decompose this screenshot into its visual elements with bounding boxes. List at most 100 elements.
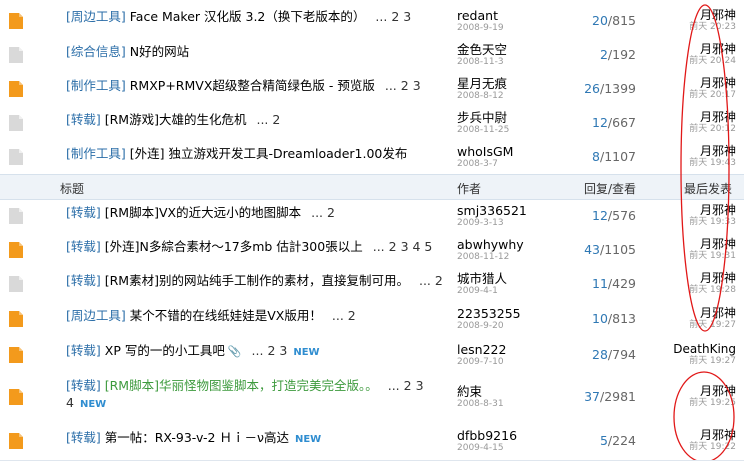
page-links[interactable]: ... 2 3 (375, 9, 411, 24)
last-post-cell: 月邪神 前天 19:28 (640, 272, 736, 296)
thread-category-link[interactable]: [转载] (66, 430, 101, 445)
author-link[interactable]: 金色天空 (457, 42, 577, 57)
page-links[interactable]: ... 2 (311, 205, 335, 220)
thread-title-link[interactable]: XP 写的一的小工具吧 (105, 343, 225, 358)
last-poster-link[interactable]: 月邪神 (640, 307, 736, 320)
page-ellipsis: ... (384, 78, 397, 93)
page-numbers[interactable]: 2 (435, 273, 443, 288)
last-post-cell: 月邪神 前天 19:43 (640, 145, 736, 169)
last-post-time[interactable]: 前天 19:43 (640, 158, 736, 168)
thread-title-link[interactable]: [RM素材]别的网站纯手工制作的素材，直接复制可用。 (105, 273, 409, 288)
author-link[interactable]: 星月无痕 (457, 76, 577, 91)
author-link[interactable]: 步兵中尉 (457, 110, 577, 125)
last-post-time[interactable]: 前天 20:12 (640, 124, 736, 134)
page-links[interactable]: ... 2 (332, 308, 356, 323)
last-post-time[interactable]: 前天 20:23 (640, 22, 736, 32)
thread-category-link[interactable]: [制作工具] (66, 146, 126, 161)
last-post-time[interactable]: 前天 19:22 (640, 442, 736, 452)
thread-category-link[interactable]: [转载] (66, 343, 101, 358)
thread-title-cell: [转载] [RM素材]别的网站纯手工制作的素材，直接复制可用。 ... 2 (66, 272, 451, 289)
thread-title-link[interactable]: 某个不错的在线纸娃娃是VX版用！ (130, 308, 322, 323)
thread-title-link[interactable]: N好的网站 (130, 44, 189, 59)
author-link[interactable]: 城市猎人 (457, 271, 577, 286)
page-links[interactable]: ... 2 (256, 112, 280, 127)
last-post-time[interactable]: 前天 19:27 (640, 356, 736, 366)
page-ellipsis: ... (311, 205, 324, 220)
view-count: 192 (612, 47, 636, 62)
last-post-cell: 月邪神 前天 19:22 (640, 429, 736, 453)
last-post-time[interactable]: 前天 20:24 (640, 56, 736, 66)
thread-title-link[interactable]: [RM脚本]华丽怪物图鉴脚本，打造完美完全版。。 (105, 378, 378, 393)
page-links[interactable]: ... 2 (419, 273, 443, 288)
last-poster-link[interactable]: 月邪神 (640, 385, 736, 398)
thread-stats-cell: 26/1399 (568, 81, 636, 97)
author-link[interactable]: 約束 (457, 384, 577, 399)
thread-category-link[interactable]: [转载] (66, 378, 101, 393)
hot-thread-icon (8, 310, 24, 328)
page-numbers[interactable]: 2 3 4 5 (389, 239, 433, 254)
last-post-cell: 月邪神 前天 19:27 (640, 307, 736, 331)
last-poster-link[interactable]: 月邪神 (640, 111, 736, 124)
last-post-time[interactable]: 前天 20:17 (640, 90, 736, 100)
last-post-time[interactable]: 前天 19:25 (640, 398, 736, 408)
thread-category-link[interactable]: [转载] (66, 112, 101, 127)
thread-category-link[interactable]: [转载] (66, 239, 101, 254)
last-post-cell: DeathKing 前天 19:27 (640, 343, 736, 367)
last-poster-link[interactable]: 月邪神 (640, 9, 736, 22)
author-link[interactable]: lesn222 (457, 342, 577, 357)
page-numbers[interactable]: 2 (327, 205, 335, 220)
author-link[interactable]: redant (457, 8, 577, 23)
thread-category-link[interactable]: [转载] (66, 273, 101, 288)
last-post-time[interactable]: 前天 19:27 (640, 320, 736, 330)
last-poster-link[interactable]: 月邪神 (640, 43, 736, 56)
last-poster-link[interactable]: 月邪神 (640, 272, 736, 285)
reply-count: 43 (584, 242, 600, 257)
last-poster-link[interactable]: 月邪神 (640, 238, 736, 251)
thread-stats-cell: 12/667 (568, 115, 636, 131)
page-links[interactable]: ... 2 3 (252, 343, 288, 358)
page-numbers[interactable]: 2 (348, 308, 356, 323)
thread-title-link[interactable]: RMXP+RMVX超级整合精简绿色版 - 预览版 (130, 78, 375, 93)
last-post-time[interactable]: 前天 19:28 (640, 285, 736, 295)
thread-title-cell: [制作工具] RMXP+RMVX超级整合精简绿色版 - 预览版... 2 3 (66, 77, 451, 94)
page-links[interactable]: ... 2 3 (385, 78, 421, 93)
view-count: 794 (612, 347, 636, 362)
last-poster-link[interactable]: 月邪神 (640, 429, 736, 442)
hot-thread-icon (8, 346, 24, 364)
thread-title-link[interactable]: [RM脚本]VX的近大远小的地图脚本 (105, 205, 301, 220)
thread-title-cell: [转载] [RM脚本]华丽怪物图鉴脚本，打造完美完全版。。... 2 3 4 NEW (66, 377, 451, 413)
page-ellipsis: ... (372, 239, 385, 254)
thread-row: [制作工具] [外连] 独立游戏开发工具-Dreamloader1.00发布 wh… (0, 140, 744, 175)
author-link[interactable]: abwhywhy (457, 237, 577, 252)
author-link[interactable]: whoIsGM (457, 144, 577, 159)
thread-category-link[interactable]: [转载] (66, 205, 101, 220)
view-count: 429 (612, 276, 636, 291)
thread-title-link[interactable]: [RM游戏]大雄的生化危机 (105, 112, 247, 127)
thread-category-link[interactable]: [周边工具] (66, 308, 126, 323)
thread-author-cell: abwhywhy 2008-11-12 (457, 237, 577, 263)
author-link[interactable]: smj336521 (457, 203, 577, 218)
author-link[interactable]: 22353255 (457, 306, 577, 321)
thread-stats-cell: 28/794 (568, 347, 636, 363)
last-post-time[interactable]: 前天 19:33 (640, 217, 736, 227)
thread-title-link[interactable]: 第一帖：RX-93-v-2 Ｈｉ－ν高达 (105, 430, 289, 445)
page-numbers[interactable]: 2 3 (267, 343, 287, 358)
thread-category-link[interactable]: [制作工具] (66, 78, 126, 93)
last-poster-link[interactable]: DeathKing (640, 343, 736, 356)
last-poster-link[interactable]: 月邪神 (640, 145, 736, 158)
thread-title-link[interactable]: [外连] 独立游戏开发工具-Dreamloader1.00发布 (130, 146, 408, 161)
page-numbers[interactable]: 2 (272, 112, 280, 127)
thread-category-link[interactable]: [周边工具] (66, 9, 126, 24)
thread-category-link[interactable]: [综合信息] (66, 44, 126, 59)
last-post-time[interactable]: 前天 19:31 (640, 251, 736, 261)
thread-author-cell: whoIsGM 2008-3-7 (457, 144, 577, 170)
thread-title-link[interactable]: [外连]N多綜合素材～17多mb 估計300張以上 (105, 239, 363, 254)
author-link[interactable]: dfbb9216 (457, 428, 577, 443)
page-numbers[interactable]: 2 3 (401, 78, 421, 93)
thread-stats-cell: 8/1107 (568, 149, 636, 165)
last-poster-link[interactable]: 月邪神 (640, 204, 736, 217)
last-poster-link[interactable]: 月邪神 (640, 77, 736, 90)
thread-title-link[interactable]: Face Maker 汉化版 3.2（换下老版本的） (130, 9, 366, 24)
page-links[interactable]: ... 2 3 4 5 (373, 239, 433, 254)
page-numbers[interactable]: 2 3 (391, 9, 411, 24)
